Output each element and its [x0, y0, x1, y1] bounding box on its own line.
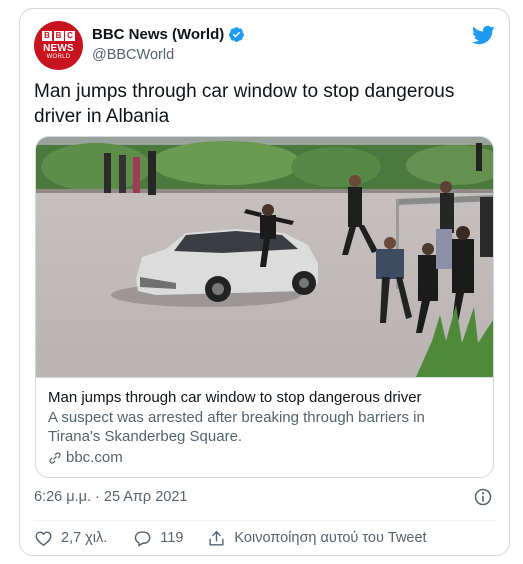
author-info: BBC News (World) @BBCWorld [92, 26, 245, 63]
logo-block: B [53, 30, 64, 41]
heart-icon [35, 530, 52, 546]
divider [34, 520, 495, 521]
link-card[interactable]: Man jumps through car window to stop dan… [35, 136, 494, 478]
like-count: 2,7 χιλ. [61, 530, 108, 546]
tweet-card[interactable]: B B C NEWS WORLD BBC News (World) @BBCWo… [19, 8, 510, 556]
display-name[interactable]: BBC News (World) [92, 26, 224, 43]
tweet-meta: 6:26 μ.μ. · 25 Απρ 2021 [34, 487, 495, 509]
tweet-actions: 2,7 χιλ. 119 Κοινοποίηση αυτού του Tweet [34, 526, 495, 550]
logo-block: B [42, 30, 52, 41]
logo-block: C [65, 30, 75, 41]
share-label: Κοινοποίηση αυτού του Tweet [234, 530, 427, 546]
card-body: Man jumps through car window to stop dan… [36, 377, 493, 466]
verified-badge-icon [229, 27, 245, 42]
tweet-text: Man jumps through car window to stop dan… [34, 81, 455, 127]
share-icon [209, 530, 224, 546]
card-description: A suspect was arrested after breaking th… [48, 409, 425, 445]
link-icon [49, 451, 61, 464]
bbc-logo: B B C [42, 30, 75, 41]
reply-count: 119 [160, 530, 184, 546]
twitter-bird-icon[interactable] [471, 23, 495, 47]
card-domain[interactable]: bbc.com [66, 449, 123, 466]
card-domain-row: bbc.com [48, 449, 481, 466]
avatar[interactable]: B B C NEWS WORLD [34, 21, 83, 70]
card-image[interactable] [36, 137, 494, 377]
reply-button[interactable]: 119 [133, 529, 183, 548]
info-icon[interactable] [473, 487, 493, 507]
tweet-header: B B C NEWS WORLD BBC News (World) @BBCWo… [34, 21, 495, 73]
reply-icon [135, 530, 151, 546]
author-name-row[interactable]: BBC News (World) [92, 26, 245, 43]
avatar-world-text: WORLD [46, 53, 71, 60]
share-button[interactable]: Κοινοποίηση αυτού του Tweet [207, 529, 427, 548]
timestamp[interactable]: 6:26 μ.μ. · 25 Απρ 2021 [34, 489, 187, 505]
handle[interactable]: @BBCWorld [92, 47, 245, 63]
like-button[interactable]: 2,7 χιλ. [34, 529, 107, 548]
avatar-news-text: NEWS [43, 42, 74, 54]
card-title[interactable]: Man jumps through car window to stop dan… [48, 388, 481, 407]
